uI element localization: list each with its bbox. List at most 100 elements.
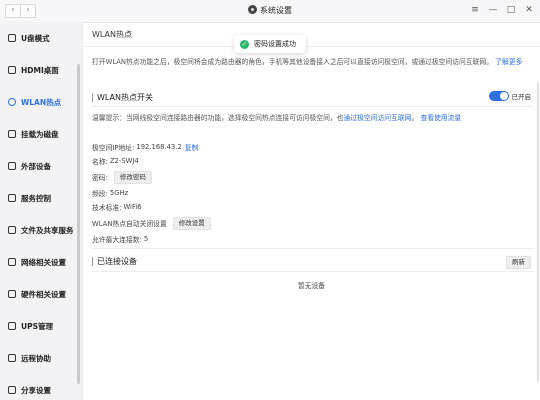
network-icon <box>8 258 16 266</box>
window-controls: ≡ — □ ✕ <box>470 4 534 16</box>
change-settings-button[interactable]: 修改设置 <box>172 216 211 230</box>
copy-link[interactable]: 复制 <box>185 142 199 152</box>
auto-off-label: WLAN热点自动关闭设置 <box>92 220 167 228</box>
wifi-icon <box>8 98 16 106</box>
sidebar: U盘模式 HDMI桌面 WLAN热点 挂载为磁盘 外部设备 服务控制 文件及共享… <box>0 22 83 400</box>
name-label: 名称: <box>92 158 108 166</box>
section-divider <box>92 271 534 272</box>
section-divider <box>92 248 534 249</box>
maximize-icon[interactable]: □ <box>506 4 516 16</box>
refresh-button[interactable]: 刷新 <box>506 256 531 269</box>
notice-text: 温馨提示：当网线极空间连接路由器的功能，选择极空间热点连接可访问极空间，也 <box>92 114 344 122</box>
sidebar-item-label: 文件及共享服务 <box>21 225 74 235</box>
window-title: 系统设置 <box>260 6 292 15</box>
sidebar-item-remote-assist[interactable]: 远程协助 <box>4 350 78 366</box>
section-marker <box>92 93 93 102</box>
ip-address-label: 极空间IP地址: <box>92 144 135 152</box>
toggle-label: 已开启 <box>511 93 532 101</box>
sidebar-item-hdmi[interactable]: HDMI桌面 <box>4 62 78 78</box>
ip-address-row: 极空间IP地址: 192.168.43.2 复制 <box>92 140 198 154</box>
ip-address-value: 192.168.43.2 <box>136 143 182 151</box>
sidebar-item-ups[interactable]: UPS管理 <box>4 318 78 334</box>
no-devices-text: 暂无设备 <box>297 282 326 290</box>
sidebar-item-label: WLAN热点 <box>21 97 62 107</box>
close-icon[interactable]: ✕ <box>524 4 534 16</box>
title-bar: ‹ › 系统设置 ≡ — □ ✕ <box>0 0 540 23</box>
standard-label: 技术标准: <box>92 204 122 212</box>
monitor-icon <box>8 66 16 74</box>
share-settings-icon <box>8 386 16 394</box>
sidebar-item-label: 外部设备 <box>21 161 51 171</box>
sidebar-item-file-share[interactable]: 文件及共享服务 <box>4 222 78 238</box>
band-row: 频段: 5GHz <box>92 186 128 200</box>
intro-text-block: 打开WLAN热点功能之后，极空间将会成为路由器的角色，手机等其他设备接入之后可以… <box>92 56 532 68</box>
remote-icon <box>8 354 16 362</box>
password-label: 密码: <box>92 174 108 182</box>
band-label: 频段: <box>92 190 108 198</box>
device-icon <box>8 162 16 170</box>
sidebar-item-mount-disk[interactable]: 挂载为磁盘 <box>4 126 78 142</box>
success-toast: ✓ 密码设置成功 <box>234 35 306 53</box>
title-divider <box>83 46 540 47</box>
sidebar-item-label: 分享设置 <box>21 385 51 395</box>
settings-app-icon <box>248 5 257 14</box>
sidebar-item-external-devices[interactable]: 外部设备 <box>4 158 78 174</box>
more-usage-link[interactable]: 查看使用流量 <box>420 114 461 122</box>
standard-row: 技术标准: WiFi6 <box>92 200 142 214</box>
name-value: Z2-SWJ4 <box>109 157 139 165</box>
sidebar-item-label: 服务控制 <box>21 193 51 203</box>
band-value: 5GHz <box>109 189 129 197</box>
menu-icon[interactable]: ≡ <box>470 4 480 16</box>
sidebar-item-label: 网络相关设置 <box>21 257 66 267</box>
page-title: WLAN热点 <box>92 30 133 39</box>
sidebar-item-wlan-hotspot[interactable]: WLAN热点 <box>4 94 78 110</box>
share-icon <box>8 226 16 234</box>
main-panel: WLAN热点 打开WLAN热点功能之后，极空间将会成为路由器的角色，手机等其他设… <box>83 22 540 400</box>
toggle-knob <box>499 92 508 100</box>
connected-section-header: 已连接设备 <box>92 255 528 268</box>
hotspot-section-header: WLAN热点开关 <box>92 91 528 104</box>
notice-internet-link[interactable]: 通过极空间访问互联网 <box>343 114 411 122</box>
sidebar-item-label: 挂载为磁盘 <box>21 129 59 139</box>
hotspot-section-title: WLAN热点开关 <box>97 93 154 102</box>
standard-value: WiFi6 <box>123 203 142 211</box>
toast-text: 密码设置成功 <box>254 40 296 48</box>
sidebar-scrollbar[interactable] <box>77 64 80 384</box>
change-password-button[interactable]: 修改密码 <box>113 170 152 184</box>
hotspot-notice: 温馨提示：当网线极空间连接路由器的功能，选择极空间热点连接可访问极空间，也通过极… <box>92 113 532 124</box>
password-row: 密码: 修改密码 <box>92 170 152 184</box>
ups-icon <box>8 322 16 330</box>
sidebar-item-service-control[interactable]: 服务控制 <box>4 190 78 206</box>
window-title-wrap: 系统设置 <box>0 5 540 16</box>
intro-text: 打开WLAN热点功能之后，极空间将会成为路由器的角色，手机等其他设备接入之后可以… <box>92 58 494 66</box>
sidebar-item-label: 远程协助 <box>21 353 51 363</box>
max-devices-label: 允许最大连接数: <box>92 236 142 244</box>
sidebar-item-usb-mode[interactable]: U盘模式 <box>4 30 78 46</box>
usb-icon <box>8 34 16 42</box>
sidebar-item-label: UPS管理 <box>21 321 53 331</box>
service-icon <box>8 194 16 202</box>
sidebar-item-network-settings[interactable]: 网络相关设置 <box>4 254 78 270</box>
name-row: 名称: Z2-SWJ4 <box>92 154 139 168</box>
toggle-track[interactable] <box>488 91 509 101</box>
connected-section-title: 已连接设备 <box>97 257 137 266</box>
minimize-icon[interactable]: — <box>488 4 498 16</box>
main-scrollbar[interactable] <box>537 82 539 382</box>
max-devices-value: 5 <box>143 235 149 243</box>
sidebar-item-label: 硬件相关设置 <box>21 289 66 299</box>
section-marker <box>92 257 93 266</box>
auto-off-row: WLAN热点自动关闭设置 修改设置 <box>92 216 211 230</box>
section-divider <box>92 106 534 107</box>
sidebar-item-label: U盘模式 <box>21 33 50 43</box>
check-circle-icon: ✓ <box>240 39 249 49</box>
hardware-icon <box>8 290 16 298</box>
learn-more-link[interactable]: 了解更多 <box>495 58 522 66</box>
sidebar-item-share-settings[interactable]: 分享设置 <box>4 382 78 398</box>
hotspot-toggle[interactable]: 已开启 <box>488 91 532 101</box>
sidebar-item-hardware-settings[interactable]: 硬件相关设置 <box>4 286 78 302</box>
settings-window: ‹ › 系统设置 ≡ — □ ✕ U盘模式 HDMI桌面 WLAN热点 挂载为磁… <box>0 0 540 400</box>
max-devices-row: 允许最大连接数: 5 <box>92 232 148 246</box>
notice-tail: 。 <box>411 114 419 122</box>
sidebar-item-label: HDMI桌面 <box>21 65 59 75</box>
disk-icon <box>8 130 16 138</box>
